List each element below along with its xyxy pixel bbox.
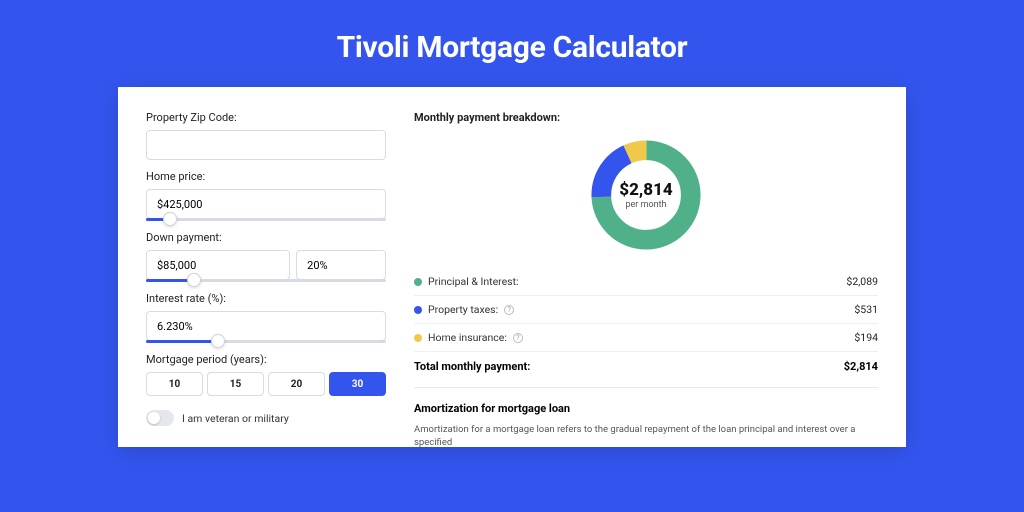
total-label: Total monthly payment: [414, 360, 530, 373]
legend-insurance: Home insurance: ? $194 [414, 324, 878, 352]
legend-taxes-value: $531 [854, 303, 878, 316]
info-icon[interactable]: ? [513, 333, 523, 343]
down-payment-pct-input[interactable] [296, 250, 386, 280]
info-icon[interactable]: ? [504, 305, 514, 315]
legend-principal-value: $2,089 [846, 275, 878, 288]
home-price-slider[interactable] [146, 218, 386, 221]
down-payment-label: Down payment: [146, 231, 386, 244]
zip-label: Property Zip Code: [146, 111, 386, 124]
zip-input[interactable] [146, 130, 386, 160]
down-payment-amount-input[interactable] [146, 250, 290, 280]
interest-rate-input[interactable] [146, 311, 386, 341]
legend-insurance-value: $194 [854, 331, 878, 344]
down-payment-slider[interactable] [146, 279, 386, 282]
donut-chart: $2,814 per month [414, 136, 878, 254]
home-price-field: Home price: [146, 170, 386, 221]
down-payment-field: Down payment: [146, 231, 386, 282]
total-row: Total monthly payment: $2,814 [414, 352, 878, 387]
legend-taxes: Property taxes: ? $531 [414, 296, 878, 324]
total-value: $2,814 [844, 360, 878, 373]
legend-insurance-label: Home insurance: [428, 331, 507, 344]
period-field: Mortgage period (years): 10 15 20 30 [146, 353, 386, 396]
calculator-card: Property Zip Code: Home price: Down paym… [118, 87, 906, 447]
period-buttons: 10 15 20 30 [146, 372, 386, 396]
donut-per-label: per month [619, 200, 672, 210]
home-price-label: Home price: [146, 170, 386, 183]
period-30-button[interactable]: 30 [329, 372, 386, 396]
zip-field: Property Zip Code: [146, 111, 386, 160]
page-title: Tivoli Mortgage Calculator [0, 0, 1024, 87]
breakdown-title: Monthly payment breakdown: [414, 111, 878, 124]
amortization-title: Amortization for mortgage loan [414, 402, 878, 415]
interest-rate-field: Interest rate (%): [146, 292, 386, 343]
interest-rate-label: Interest rate (%): [146, 292, 386, 305]
legend-principal-label: Principal & Interest: [428, 275, 519, 288]
donut-amount: $2,814 [619, 180, 672, 200]
period-10-button[interactable]: 10 [146, 372, 203, 396]
amortization-body: Amortization for a mortgage loan refers … [414, 423, 878, 447]
home-price-input[interactable] [146, 189, 386, 219]
legend-taxes-label: Property taxes: [428, 303, 498, 316]
interest-rate-slider[interactable] [146, 340, 386, 343]
inputs-panel: Property Zip Code: Home price: Down paym… [146, 111, 386, 447]
legend-principal: Principal & Interest: $2,089 [414, 268, 878, 296]
donut-center: $2,814 per month [619, 180, 672, 210]
period-label: Mortgage period (years): [146, 353, 386, 366]
veteran-row: I am veteran or military [146, 410, 386, 426]
dot-blue-icon [414, 306, 422, 314]
period-20-button[interactable]: 20 [268, 372, 325, 396]
veteran-label: I am veteran or military [182, 412, 289, 425]
dot-yellow-icon [414, 334, 422, 342]
period-15-button[interactable]: 15 [207, 372, 264, 396]
breakdown-panel: Monthly payment breakdown: $2,814 per mo… [414, 111, 878, 447]
divider [414, 387, 878, 388]
veteran-toggle[interactable] [146, 410, 174, 426]
dot-green-icon [414, 278, 422, 286]
